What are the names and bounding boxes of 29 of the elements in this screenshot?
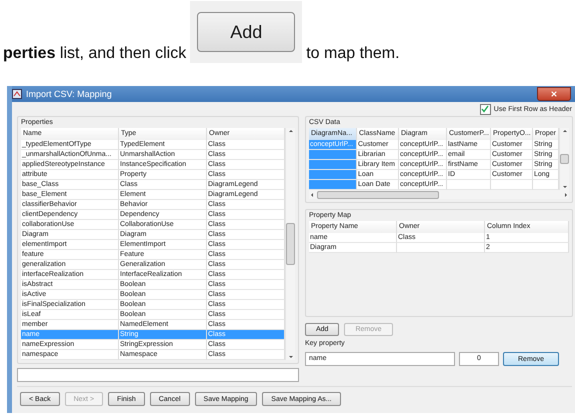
input-field[interactable]: [17, 368, 299, 382]
table-cell: [309, 160, 357, 170]
checkbox[interactable]: [480, 104, 491, 114]
scrollbar-thumb[interactable]: [317, 190, 439, 198]
scrollbar[interactable]: [309, 190, 570, 199]
table-cell: [309, 150, 357, 160]
up-arrow-icon: [288, 128, 294, 134]
close-icon: [551, 91, 557, 97]
scrollbar[interactable]: [285, 128, 295, 360]
up-arrow-icon: [562, 128, 568, 134]
check-icon: [481, 105, 490, 113]
scrollbar-thumb[interactable]: [286, 223, 295, 265]
close-button[interactable]: [537, 87, 571, 101]
add-button[interactable]: Add: [197, 12, 296, 52]
instruction-text: to map them.: [306, 45, 400, 63]
table-cell: [309, 180, 357, 190]
table-cell: [491, 180, 533, 190]
app-icon: [12, 89, 22, 99]
down-arrow-icon: [562, 184, 568, 190]
table-cell: [447, 180, 491, 190]
scrollbar-thumb[interactable]: [560, 154, 570, 164]
down-arrow-icon: [288, 354, 294, 360]
right-arrow-icon: [563, 192, 570, 198]
instruction-text: perties list, and then click: [2, 45, 186, 63]
table-cell: [533, 180, 560, 190]
scrollbar[interactable]: [559, 128, 570, 190]
table-cell: [309, 170, 357, 180]
window-title: Import CSV: Mapping: [26, 89, 113, 99]
left-arrow-icon: [309, 192, 315, 198]
